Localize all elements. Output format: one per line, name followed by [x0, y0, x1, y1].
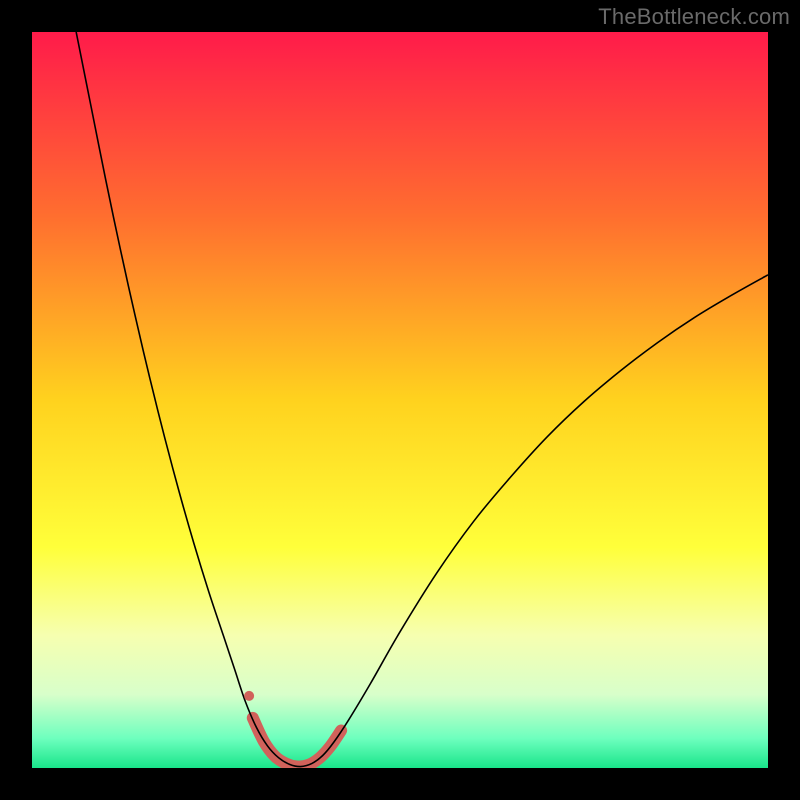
- chart-svg: [32, 32, 768, 768]
- plot-area: [32, 32, 768, 768]
- background-gradient: [32, 32, 768, 768]
- highlight-dot: [244, 691, 254, 701]
- chart-frame: TheBottleneck.com: [0, 0, 800, 800]
- marker-layer: [244, 691, 254, 701]
- watermark-text: TheBottleneck.com: [598, 4, 790, 30]
